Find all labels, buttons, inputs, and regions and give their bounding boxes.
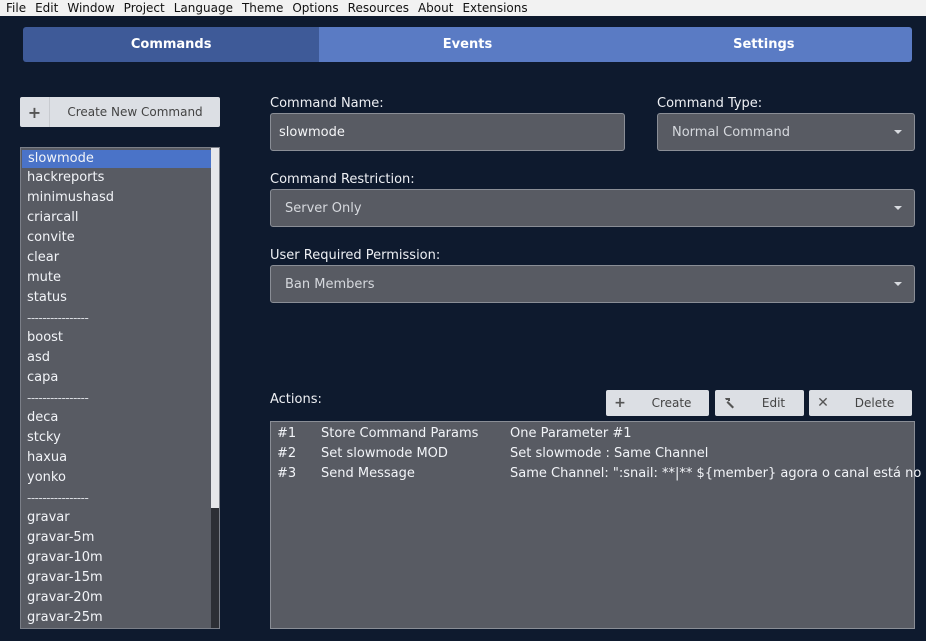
command-type-select[interactable]: Normal Command <box>657 113 915 151</box>
delete-action-button[interactable]: ✕ Delete <box>809 390 912 416</box>
menu-edit[interactable]: Edit <box>35 0 58 16</box>
command-name-label: Command Name: <box>270 96 384 111</box>
command-type-value: Normal Command <box>672 124 790 140</box>
menu-extensions[interactable]: Extensions <box>462 0 527 16</box>
list-item[interactable]: clear <box>21 248 211 268</box>
command-name-value: slowmode <box>279 124 345 140</box>
scrollbar-thumb[interactable] <box>211 148 219 508</box>
list-item[interactable]: gravar-5m <box>21 528 211 548</box>
close-icon: ✕ <box>817 395 829 411</box>
list-item[interactable]: boost <box>21 328 211 348</box>
edit-action-label: Edit <box>761 396 786 410</box>
list-item[interactable]: criarcall <box>21 208 211 228</box>
action-name: Store Command Params <box>321 426 479 441</box>
command-restriction-select[interactable]: Server Only <box>270 189 915 227</box>
action-detail: One Parameter #1 <box>510 426 632 441</box>
permission-select[interactable]: Ban Members <box>270 265 915 303</box>
main-tabs: Commands Events Settings <box>23 27 912 62</box>
list-item[interactable]: haxua <box>21 448 211 468</box>
menu-language[interactable]: Language <box>174 0 233 16</box>
list-item[interactable]: status <box>21 288 211 308</box>
list-item[interactable]: deca <box>21 408 211 428</box>
action-number: #2 <box>277 446 297 461</box>
menubar: File Edit Window Project Language Theme … <box>0 0 926 16</box>
action-detail: Set slowmode : Same Channel <box>510 446 709 461</box>
list-item[interactable]: gravar-20m <box>21 588 211 608</box>
command-name-field[interactable]: slowmode <box>270 113 625 151</box>
chevron-down-icon <box>894 282 902 286</box>
list-separator: ---------------- <box>27 491 89 505</box>
action-name: Set slowmode MOD <box>321 446 448 461</box>
scrollbar-track <box>211 508 219 628</box>
create-new-command-button[interactable]: + Create New Command <box>20 97 220 127</box>
list-item[interactable]: capa <box>21 368 211 388</box>
command-list-scrollbar[interactable] <box>211 148 219 628</box>
permission-value: Ban Members <box>285 276 375 292</box>
list-item[interactable]: yonko <box>21 468 211 488</box>
delete-action-label: Delete <box>854 396 895 410</box>
list-item[interactable]: mute <box>21 268 211 288</box>
hammer-icon <box>715 390 743 416</box>
create-action-button[interactable]: + Create <box>606 390 709 416</box>
actions-label: Actions: <box>270 392 322 407</box>
command-restriction-value: Server Only <box>285 200 362 216</box>
tab-commands[interactable]: Commands <box>23 27 320 62</box>
list-item[interactable]: slowmode <box>22 150 211 168</box>
menu-resources[interactable]: Resources <box>348 0 409 16</box>
list-item[interactable]: convite <box>21 228 211 248</box>
create-action-label: Create <box>651 396 692 410</box>
menu-file[interactable]: File <box>6 0 26 16</box>
edit-action-button[interactable]: Edit <box>715 390 804 416</box>
list-item[interactable]: gravar-10m <box>21 548 211 568</box>
action-detail: Same Channel: ":snail: **|** ${member} a… <box>510 466 922 481</box>
command-type-label: Command Type: <box>657 96 763 111</box>
list-item[interactable]: asd <box>21 348 211 368</box>
command-list-items: slowmode hackreports minimushasd criarcall c… <box>21 148 211 628</box>
plus-icon: + <box>20 97 50 127</box>
action-row[interactable]: #1 Store Command Params One Parameter #1 <box>271 424 914 444</box>
menu-theme[interactable]: Theme <box>242 0 283 16</box>
tab-settings[interactable]: Settings <box>615 27 912 62</box>
list-item[interactable]: hackreports <box>21 168 211 188</box>
list-item[interactable]: stcky <box>21 428 211 448</box>
chevron-down-icon <box>894 130 902 134</box>
chevron-down-icon <box>894 206 902 210</box>
list-separator: ---------------- <box>27 311 89 325</box>
menu-about[interactable]: About <box>418 0 453 16</box>
plus-icon: + <box>614 395 626 411</box>
list-item[interactable]: minimushasd <box>21 188 211 208</box>
list-item[interactable]: gravar-15m <box>21 568 211 588</box>
action-name: Send Message <box>321 466 415 481</box>
tab-events[interactable]: Events <box>319 27 616 62</box>
list-separator: ---------------- <box>27 391 89 405</box>
action-number: #3 <box>277 466 297 481</box>
menu-options[interactable]: Options <box>292 0 338 16</box>
list-item[interactable]: gravar <box>21 508 211 528</box>
menu-project[interactable]: Project <box>124 0 165 16</box>
action-row[interactable]: #2 Set slowmode MOD Set slowmode : Same … <box>271 444 914 464</box>
actions-list[interactable]: #1 Store Command Params One Parameter #1… <box>270 421 921 629</box>
create-new-command-label: Create New Command <box>67 105 203 119</box>
permission-label: User Required Permission: <box>270 248 441 263</box>
action-number: #1 <box>277 426 297 441</box>
list-item[interactable]: gravar-25m <box>21 608 211 628</box>
action-row[interactable]: #3 Send Message Same Channel: ":snail: *… <box>271 464 921 484</box>
command-list[interactable]: slowmode hackreports minimushasd criarcall c… <box>20 147 220 629</box>
command-restriction-label: Command Restriction: <box>270 172 415 187</box>
menu-window[interactable]: Window <box>67 0 114 16</box>
